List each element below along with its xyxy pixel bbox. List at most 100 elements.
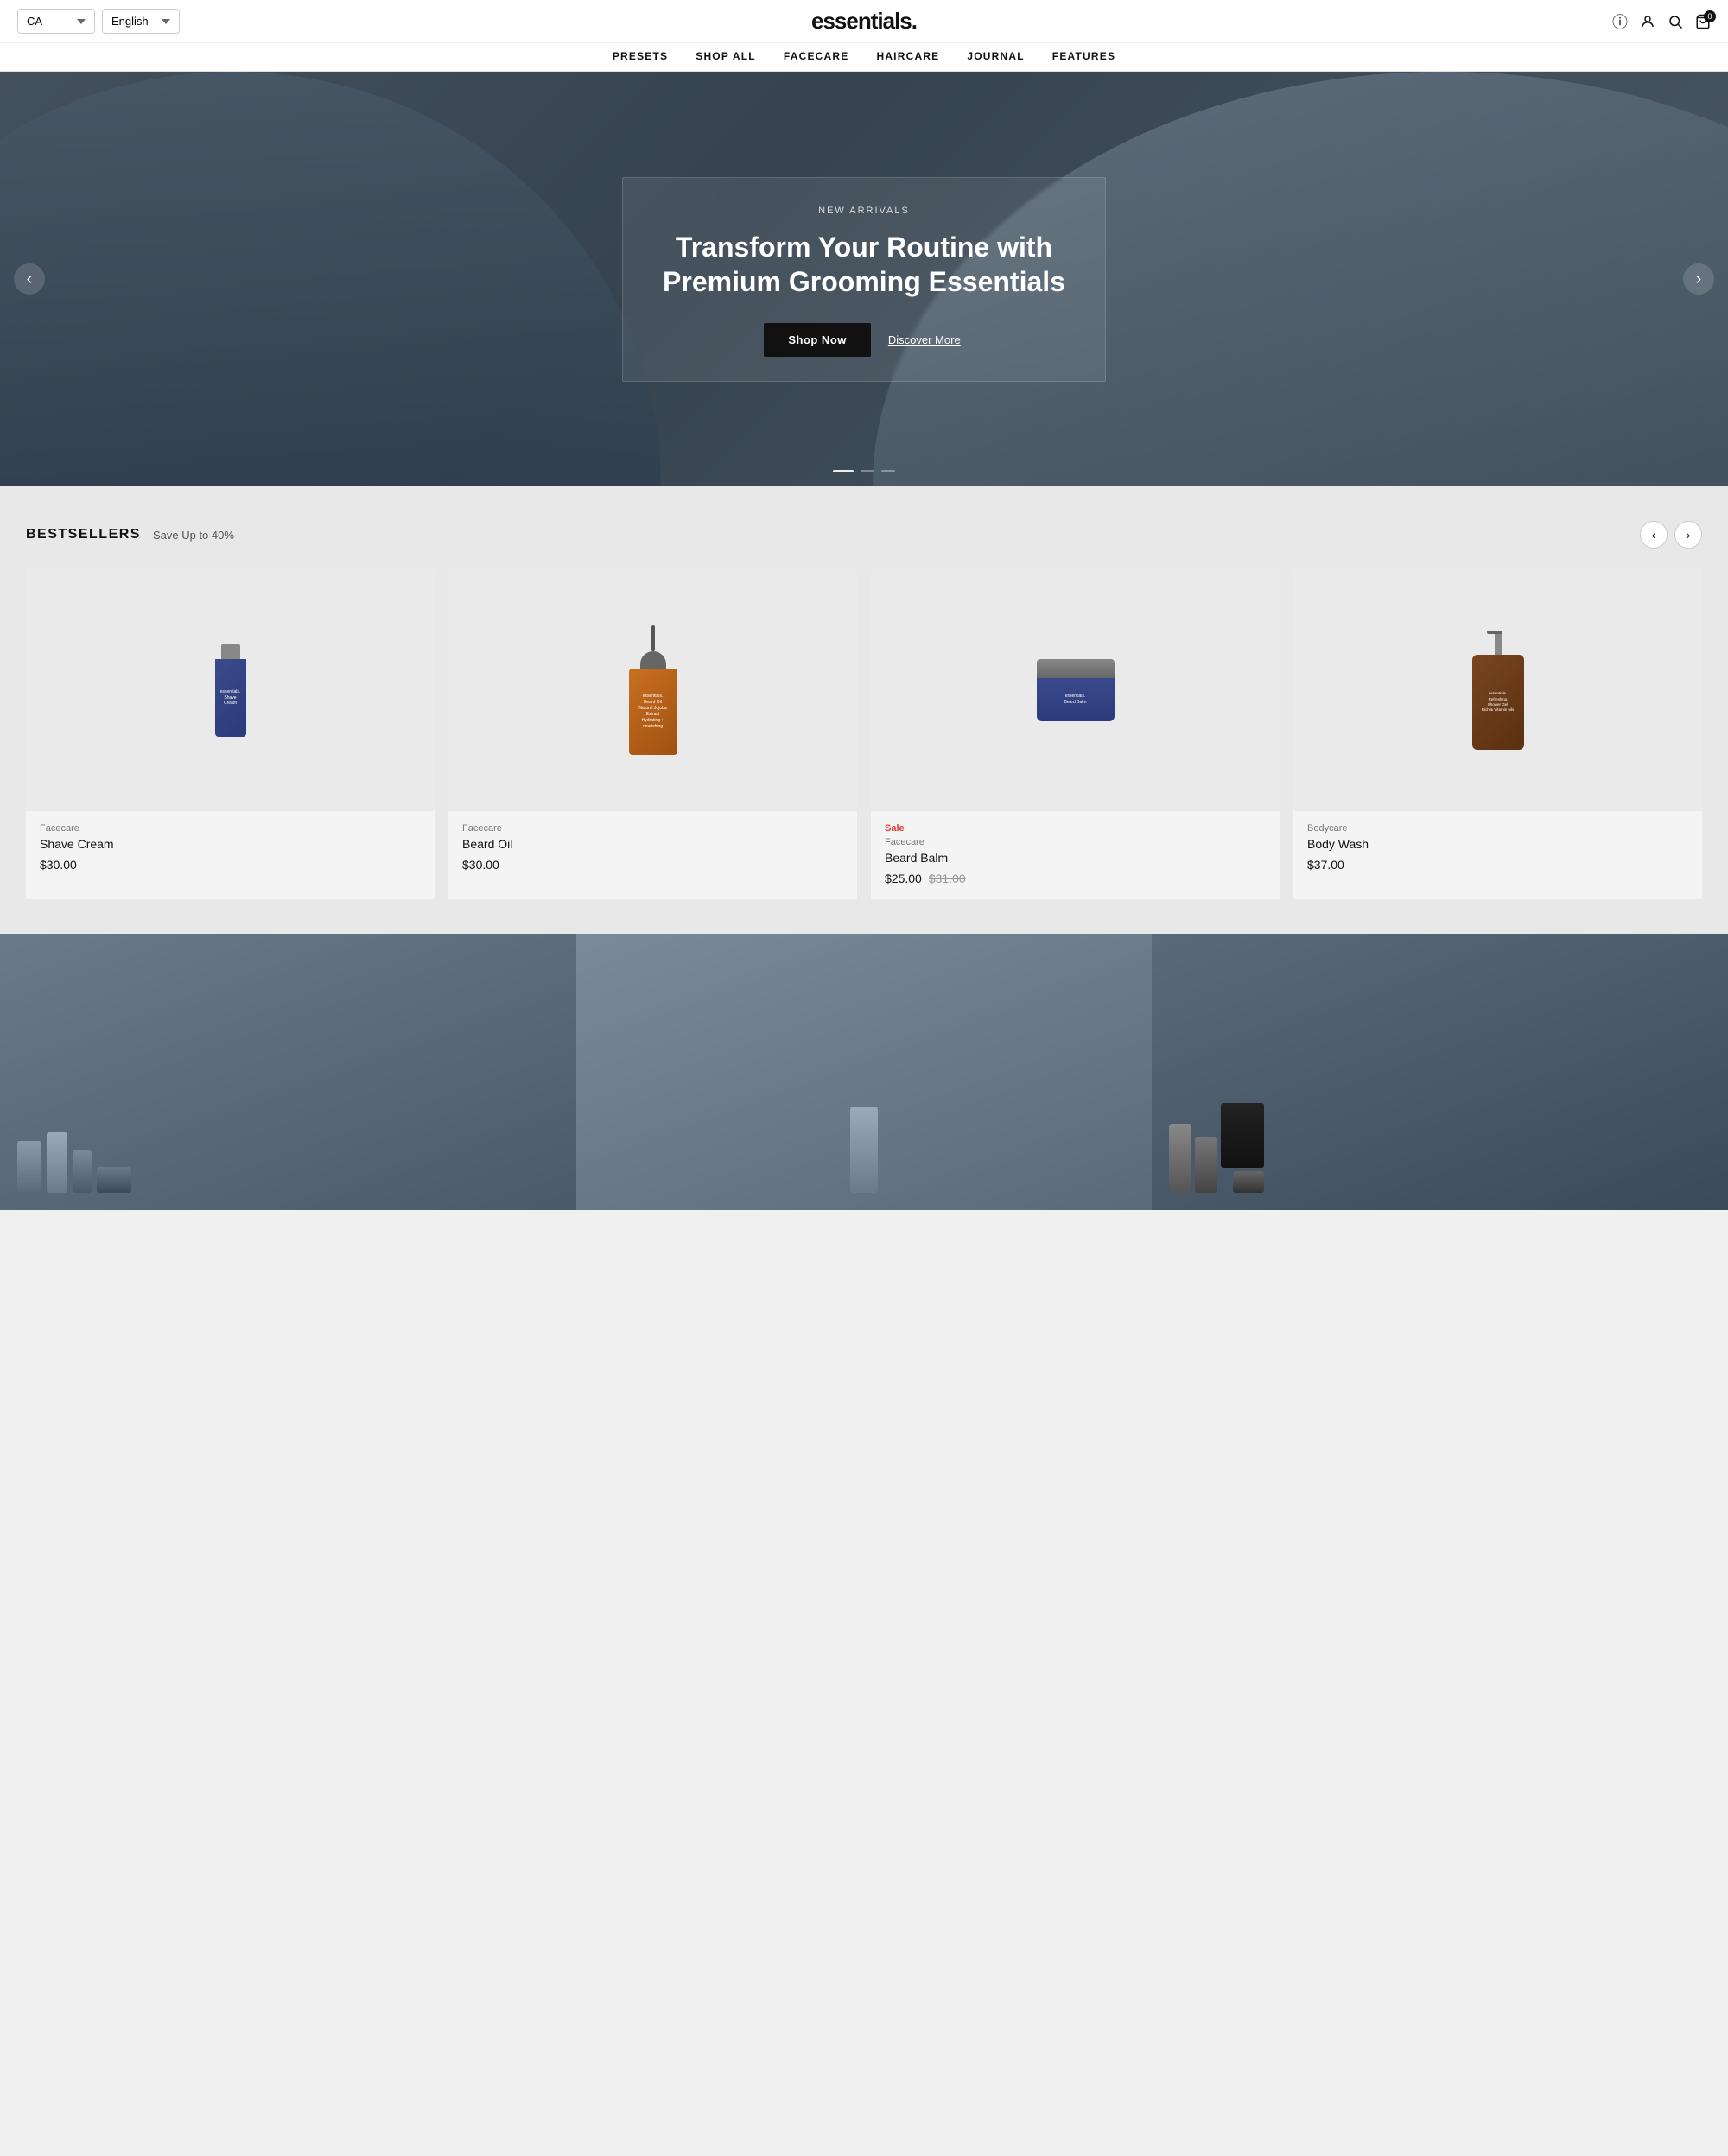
search-icon-button[interactable] [1668,14,1683,29]
facecare-products-visual [17,1132,131,1193]
nav-journal[interactable]: JOURNAL [967,50,1024,62]
header-selects: CA US UK AU English French Spanish [17,9,180,34]
featured-panel-haircare[interactable] [1152,934,1728,1210]
hero-next-button[interactable]: › [1683,263,1714,295]
bestsellers-section: BESTSELLERS Save Up to 40% ‹ › essential… [0,486,1728,934]
product-card-beard-oil[interactable]: essentials.Beard OilNatural Jojoba Extra… [448,569,857,899]
panel-face-wash-bottle [17,1141,41,1193]
nav-shop-all[interactable]: SHOP ALL [696,50,756,62]
product-info-beard-oil: Facecare Beard Oil $30.00 [448,811,857,885]
header-top: CA US UK AU English French Spanish essen… [0,0,1728,42]
pump-head [1487,631,1509,655]
product-visual-tube: essentials.ShaveCream [43,587,417,794]
product-name: Body Wash [1307,837,1688,851]
pump-stem [1495,634,1502,655]
product-image-beard-oil: essentials.Beard OilNatural Jojoba Extra… [448,569,857,811]
bestsellers-title: BESTSELLERS [26,527,141,542]
hero-content: New Arrivals Transform Your Routine with… [605,177,1123,382]
nav-facecare[interactable]: FACECARE [784,50,849,62]
header: CA US UK AU English French Spanish essen… [0,0,1728,72]
main-navigation: PRESETS SHOP ALL FACECARE HAIRCARE JOURN… [0,42,1728,71]
hero-dots [833,470,895,472]
product-image-shave-cream: essentials.ShaveCream [26,569,435,811]
product-name: Shave Cream [40,837,421,851]
product-name: Beard Oil [462,837,843,851]
panel-hair-paste [1233,1171,1264,1193]
nav-haircare[interactable]: HAIRCARE [876,50,939,62]
bestsellers-next-button[interactable]: › [1674,521,1702,549]
language-select[interactable]: English French Spanish [102,9,180,34]
featured-section [0,934,1728,1210]
cart-icon-button[interactable]: 0 [1695,14,1711,29]
jar-body: essentials.Beard Balm [1037,678,1115,721]
hero-buttons: Shop Now Discover More [658,323,1070,357]
product-info-beard-balm: Sale Facecare Beard Balm $25.00 $31.00 [871,811,1280,899]
bestsellers-nav: ‹ › [1640,521,1702,549]
featured-panel-facecare[interactable] [0,934,576,1210]
panel-body-cream-tube [850,1107,878,1193]
pump-body: essentials.RefreshingShower GelRich & Vi… [1472,655,1524,750]
product-info-body-wash: Bodycare Body Wash $37.00 [1293,811,1702,885]
product-price: $30.00 [40,858,421,872]
cart-badge: 0 [1704,10,1716,22]
info-icon-button[interactable]: ⓘ [1612,10,1628,33]
haircare-products-visual [1169,1103,1264,1193]
products-grid: essentials.ShaveCream Facecare Shave Cre… [26,569,1702,899]
panel-shave-tube [73,1150,92,1193]
hero-card: New Arrivals Transform Your Routine with… [622,177,1106,382]
hero-section: ‹ New Arrivals Transform Your Routine wi… [0,72,1728,486]
bestsellers-title-group: BESTSELLERS Save Up to 40% [26,527,234,542]
tube-body: essentials.ShaveCream [215,659,246,737]
price-sale: $25.00 [885,872,922,885]
product-visual-jar: essentials.Beard Balm [888,587,1262,794]
chevron-right-icon: › [1696,270,1702,289]
bodycare-products-visual [594,1107,1135,1193]
discover-more-button[interactable]: Discover More [885,323,964,357]
product-price: $30.00 [462,858,843,872]
hero-dot-2[interactable] [861,470,874,472]
nav-features[interactable]: FEATURES [1052,50,1115,62]
bestsellers-prev-button[interactable]: ‹ [1640,521,1668,549]
shop-now-button[interactable]: Shop Now [764,323,871,357]
product-visual-pump: essentials.RefreshingShower GelRich & Vi… [1311,587,1685,794]
bestsellers-subtitle: Save Up to 40% [153,529,234,542]
hero-dot-1[interactable] [833,470,854,472]
panel-face-cream-tube [47,1132,67,1193]
product-category: Facecare [885,837,1266,847]
panel-hair-mask [1195,1137,1217,1193]
product-info-shave-cream: Facecare Shave Cream $30.00 [26,811,435,885]
bestsellers-header: BESTSELLERS Save Up to 40% ‹ › [26,521,1702,549]
panel-hair-shampoo [1169,1124,1191,1193]
header-icons: ⓘ 0 [1612,10,1711,33]
product-image-beard-balm: essentials.Beard Balm [871,569,1280,811]
product-card-beard-balm[interactable]: essentials.Beard Balm Sale Facecare Bear… [871,569,1280,899]
panel-hair-box [1221,1103,1264,1168]
hero-prev-button[interactable]: ‹ [14,263,45,295]
account-icon-button[interactable] [1640,14,1655,29]
product-card-body-wash[interactable]: essentials.RefreshingShower GelRich & Vi… [1293,569,1702,899]
hero-dot-3[interactable] [881,470,895,472]
dropper-body: essentials.Beard OilNatural Jojoba Extra… [629,669,677,755]
chevron-left-icon: ‹ [27,270,33,289]
hero-tag: New Arrivals [658,206,1070,216]
product-card-shave-cream[interactable]: essentials.ShaveCream Facecare Shave Cre… [26,569,435,899]
product-category: Facecare [462,823,843,834]
product-image-body-wash: essentials.RefreshingShower GelRich & Vi… [1293,569,1702,811]
panel-beard-balm-jar [97,1167,131,1193]
featured-panel-bodycare[interactable] [576,934,1153,1210]
sale-badge: Sale [885,823,1266,834]
product-category: Bodycare [1307,823,1688,834]
jar-lid [1037,659,1115,678]
site-logo[interactable]: essentials. [811,8,917,35]
country-select[interactable]: CA US UK AU [17,9,95,34]
product-visual-dropper: essentials.Beard OilNatural Jojoba Extra… [466,587,840,794]
product-price: $37.00 [1307,858,1688,872]
hero-title: Transform Your Routine with Premium Groo… [658,230,1070,299]
product-name: Beard Balm [885,851,1266,865]
price-original: $31.00 [929,872,966,885]
product-category: Facecare [40,823,421,834]
price-group: $25.00 $31.00 [885,872,1266,885]
nav-presets[interactable]: PRESETS [613,50,668,62]
tube-cap [221,644,240,659]
dropper-top [640,651,666,669]
